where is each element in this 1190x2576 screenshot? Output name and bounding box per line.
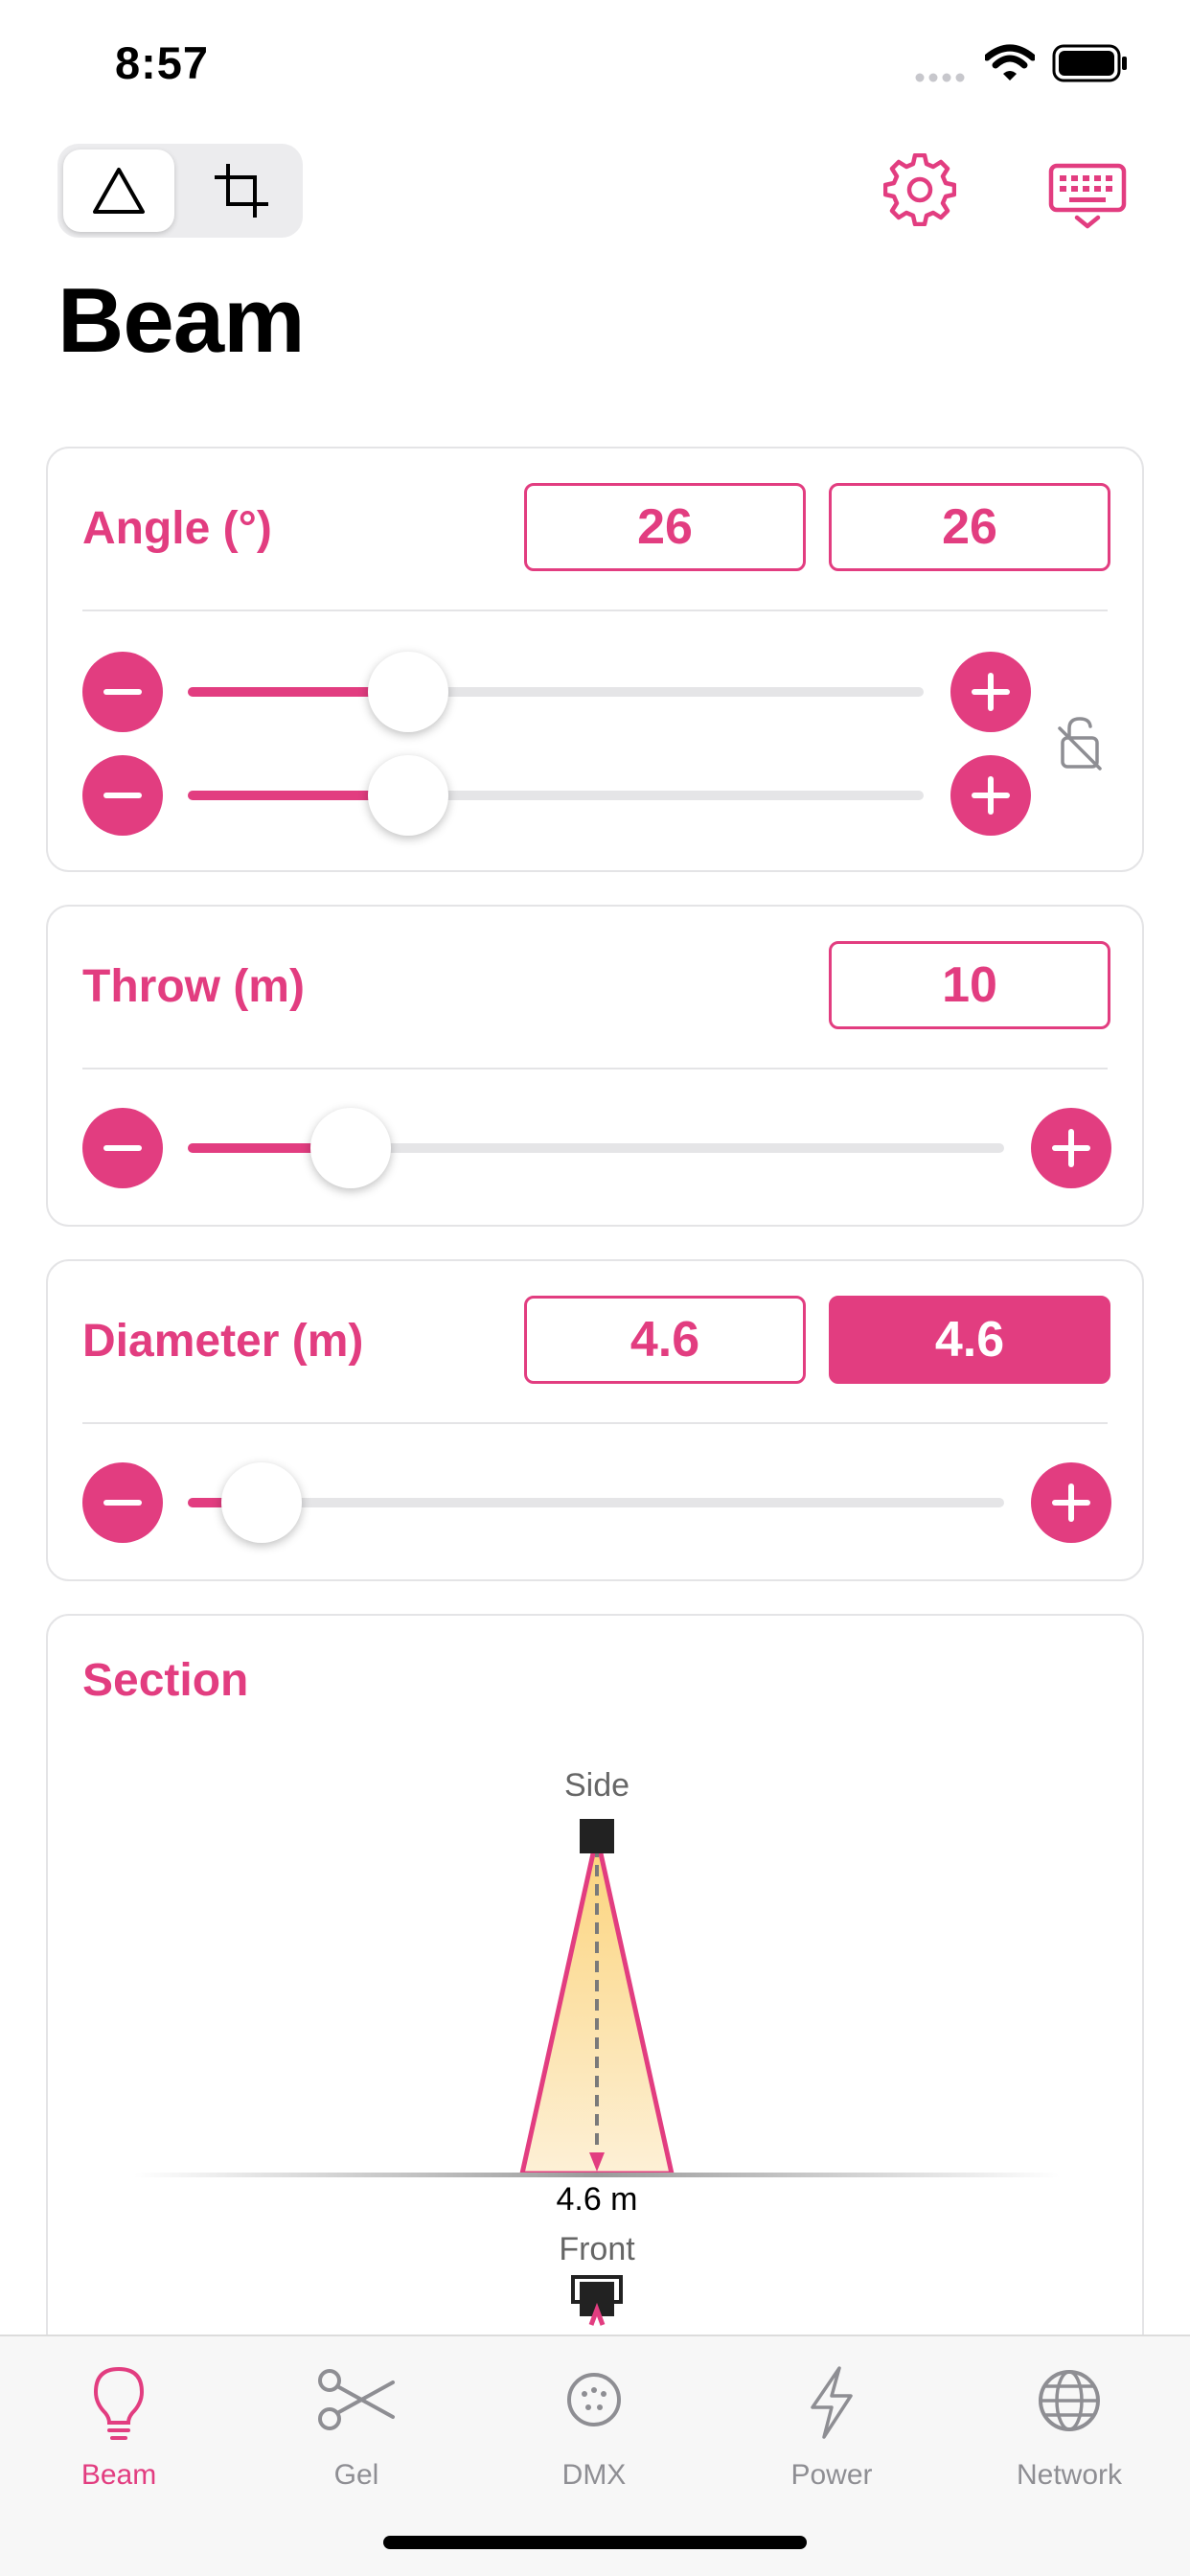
scissors-icon	[318, 2369, 395, 2430]
keyboard-dismiss-icon[interactable]	[1048, 163, 1127, 237]
angle-label: Angle (°)	[82, 503, 272, 554]
angle-1-slider-thumb[interactable]	[368, 652, 449, 732]
tab-dmx-label: DMX	[561, 2459, 627, 2491]
angle-value-field-1[interactable]: 26	[524, 483, 806, 571]
throw-label: Throw (m)	[82, 961, 305, 1012]
section-card: Section Side 4.6 m Front	[46, 1614, 1144, 2380]
angle-card: Angle (°) 26 26	[46, 447, 1144, 872]
card-divider	[82, 1068, 1108, 1070]
bolt-icon	[811, 2366, 853, 2439]
front-view-label: Front	[559, 2231, 635, 2267]
home-indicator	[383, 2536, 807, 2549]
tab-gel-label: Gel	[333, 2459, 379, 2491]
triangle-icon	[93, 168, 145, 214]
wifi-icon	[983, 44, 1037, 87]
diameter-value-field-2-selected[interactable]: 4.6	[829, 1296, 1110, 1384]
unlock-icon[interactable]	[1058, 715, 1104, 775]
diameter-card: Diameter (m) 4.6 4.6	[46, 1259, 1144, 1581]
tab-dmx[interactable]: DMX	[475, 2358, 713, 2492]
angle-1-increment-button[interactable]	[950, 652, 1031, 732]
throw-decrement-button[interactable]	[82, 1108, 163, 1188]
throw-slider[interactable]	[188, 1108, 1004, 1188]
angle-2-decrement-button[interactable]	[82, 755, 163, 836]
status-time: 8:57	[115, 37, 210, 88]
angle-2-slider[interactable]	[188, 755, 924, 836]
tab-network-label: Network	[1016, 2459, 1123, 2491]
diameter-increment-button[interactable]	[1031, 1462, 1111, 1543]
card-divider	[82, 1422, 1108, 1424]
beam-diameter-label: 4.6 m	[556, 2181, 638, 2218]
throw-slider-thumb[interactable]	[310, 1108, 392, 1188]
globe-icon	[1039, 2370, 1100, 2431]
angle-1-slider[interactable]	[188, 652, 924, 732]
throw-card: Throw (m) 10	[46, 905, 1144, 1227]
settings-gear-icon[interactable]	[882, 152, 957, 231]
segment-crop-view[interactable]	[186, 150, 297, 232]
diameter-slider-thumb[interactable]	[220, 1462, 302, 1543]
tab-gel[interactable]: Gel	[238, 2358, 475, 2492]
angle-2-slider-thumb[interactable]	[368, 755, 449, 836]
diameter-decrement-button[interactable]	[82, 1462, 163, 1543]
lightbulb-icon	[93, 2366, 145, 2440]
throw-value-field[interactable]: 10	[829, 941, 1110, 1029]
throw-increment-button[interactable]	[1031, 1108, 1111, 1188]
angle-2-increment-button[interactable]	[950, 755, 1031, 836]
tab-beam[interactable]: Beam	[0, 2358, 238, 2492]
diameter-label: Diameter (m)	[82, 1316, 364, 1367]
diameter-value-field-1[interactable]: 4.6	[524, 1296, 806, 1384]
signal-icon	[915, 71, 969, 88]
tab-power-label: Power	[790, 2459, 873, 2491]
tab-power[interactable]: Power	[713, 2358, 950, 2492]
crop-icon	[215, 164, 268, 218]
card-divider	[82, 610, 1108, 611]
angle-value-field-2[interactable]: 26	[829, 483, 1110, 571]
dmx-connector-icon	[567, 2373, 621, 2426]
diameter-slider[interactable]	[188, 1462, 1004, 1543]
angle-1-decrement-button[interactable]	[82, 652, 163, 732]
page-title: Beam	[57, 269, 305, 372]
tab-beam-label: Beam	[80, 2459, 157, 2491]
tab-network[interactable]: Network	[950, 2358, 1188, 2492]
segment-beam-view[interactable]	[63, 150, 174, 232]
battery-icon	[1052, 44, 1129, 87]
view-mode-segmented-control[interactable]	[57, 144, 303, 238]
